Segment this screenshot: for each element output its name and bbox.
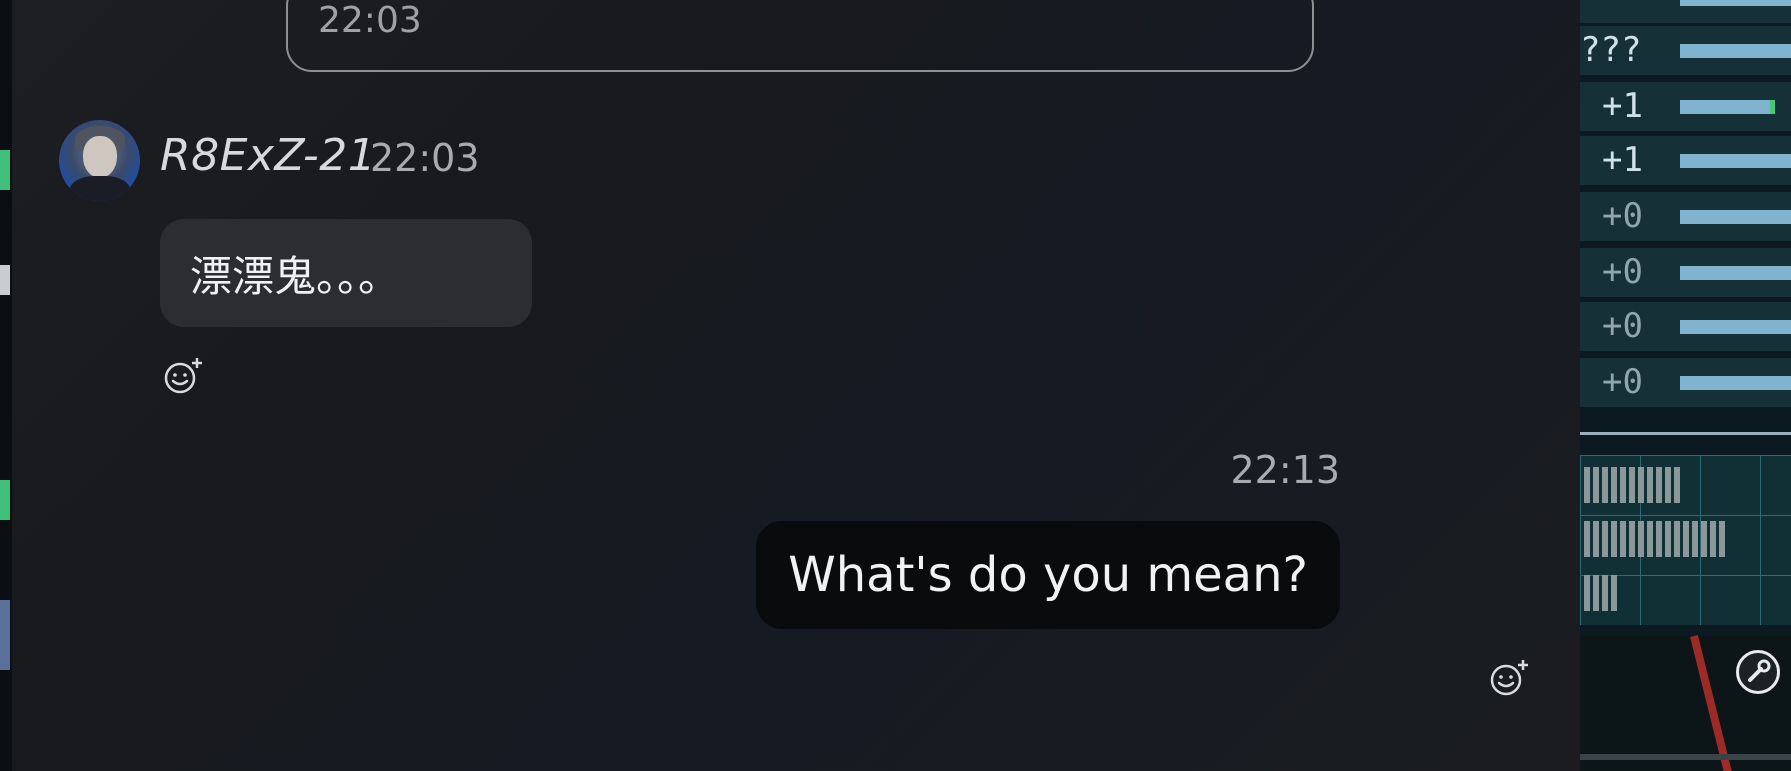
game-hud-panel: ??? +1 +1 +0 +0 +0 +0 [1580, 0, 1791, 771]
hud-stat-marker [1770, 100, 1775, 114]
hud-stat-bar [1680, 376, 1791, 390]
hud-stat-bar [1680, 266, 1791, 280]
hud-tick-row [1584, 467, 1680, 503]
hud-stat-row [1580, 0, 1791, 26]
game-indicator [0, 600, 10, 670]
hud-stat-bar [1680, 0, 1791, 6]
hud-stat-row: ??? [1580, 26, 1791, 78]
outgoing-message-text: What's do you mean? [788, 547, 1308, 603]
avatar-face [83, 136, 117, 178]
add-reaction-icon[interactable] [1488, 656, 1532, 700]
hud-stat-value: +1 [1602, 140, 1643, 180]
game-beam [1690, 635, 1732, 771]
hud-stat-row: +0 [1580, 248, 1791, 300]
sender-username[interactable]: R8ExZ-21 [160, 130, 376, 181]
game-indicator [0, 480, 10, 520]
hud-stat-bar [1680, 100, 1770, 114]
hud-stat-bar [1680, 320, 1791, 334]
hud-divider [1580, 432, 1791, 435]
outgoing-message-bubble[interactable]: What's do you mean? [756, 521, 1340, 629]
hud-tick-row [1584, 575, 1617, 611]
avatar-coat [69, 176, 131, 201]
hud-tick-row [1584, 521, 1725, 557]
game-scene [1580, 635, 1791, 771]
hud-stat-row: +0 [1580, 192, 1791, 244]
incoming-message-text: 漂漂鬼。。。 [190, 251, 401, 301]
hud-stat-value: +1 [1602, 86, 1643, 126]
incoming-message-bubble[interactable]: 漂漂鬼。。。 [160, 219, 532, 327]
hud-stat-bar [1680, 44, 1791, 58]
previous-message-time: 22:03 [318, 0, 422, 41]
hud-stat-bar [1680, 210, 1791, 224]
hud-stat-value: +0 [1602, 306, 1643, 346]
hud-grid-panel [1580, 455, 1791, 625]
hud-stat-value: +0 [1602, 196, 1643, 236]
hud-stat-row: +0 [1580, 302, 1791, 354]
hud-stat-value: +0 [1602, 252, 1643, 292]
outgoing-message-time: 22:13 [1230, 448, 1340, 492]
hud-stat-row: +0 [1580, 358, 1791, 410]
hud-stat-row: +1 [1580, 136, 1791, 188]
hud-stat-bar [1680, 154, 1791, 168]
game-background-left [0, 0, 12, 771]
wrench-icon[interactable] [1736, 650, 1780, 694]
previous-message-bubble[interactable]: 22:03 [286, 0, 1314, 72]
hud-stat-value: +0 [1602, 362, 1643, 402]
avatar[interactable] [59, 120, 140, 201]
add-reaction-icon[interactable] [162, 354, 206, 398]
hud-stat-row: +1 [1580, 82, 1791, 134]
game-rail [1580, 754, 1791, 760]
game-indicator [0, 150, 10, 190]
game-indicator [0, 265, 10, 295]
chat-panel[interactable]: 22:03 R8ExZ-21 22:03 漂漂鬼。。。 22:13 What's… [12, 0, 1580, 771]
hud-stat-value: ??? [1580, 30, 1642, 70]
incoming-message-time: 22:03 [370, 136, 480, 180]
